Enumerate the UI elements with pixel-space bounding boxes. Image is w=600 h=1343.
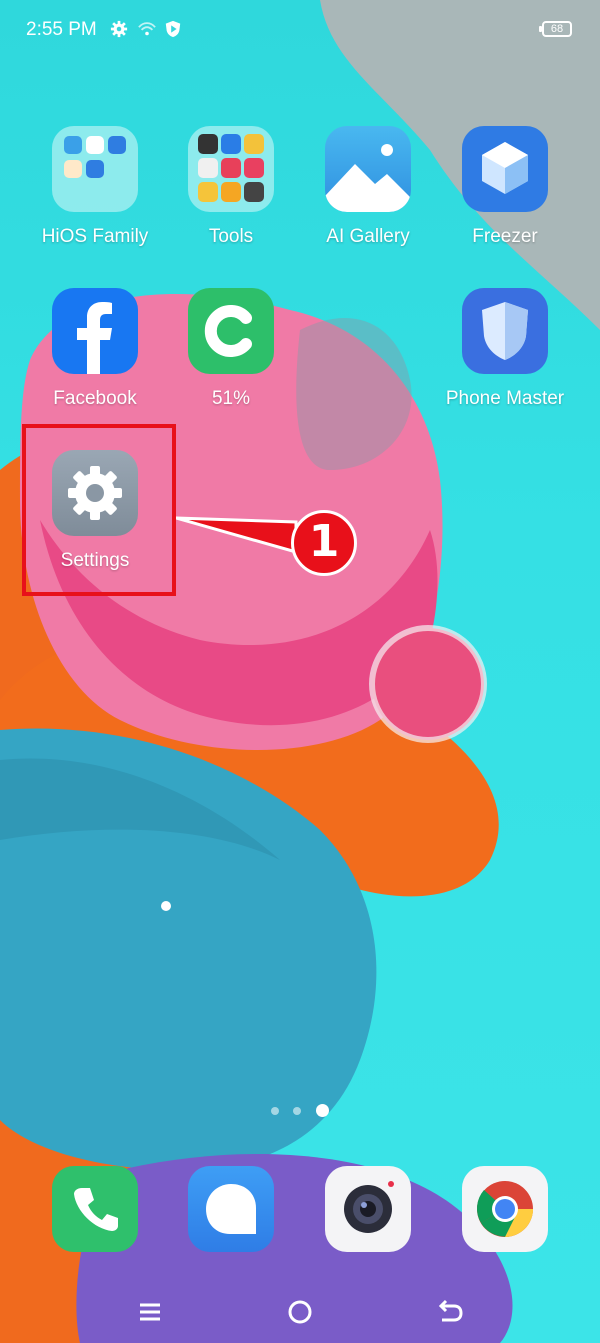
app-facebook[interactable]: Facebook bbox=[30, 288, 160, 410]
app-label: Freezer bbox=[472, 226, 538, 247]
gear-icon bbox=[110, 20, 128, 38]
home-icon[interactable] bbox=[282, 1294, 318, 1330]
status-bar: 2:55 PM 68 bbox=[0, 0, 600, 60]
annotation-pointer bbox=[176, 516, 298, 554]
phone-master-shield-icon bbox=[462, 288, 548, 374]
app-label: Tools bbox=[208, 226, 254, 247]
message-bubble-icon bbox=[188, 1166, 274, 1252]
page-dot-active[interactable] bbox=[315, 1104, 329, 1118]
app-label: HiOS Family bbox=[41, 226, 149, 247]
cleaner-c-icon bbox=[188, 288, 274, 374]
app-label: 51% bbox=[211, 388, 251, 409]
step-badge: 1 bbox=[291, 510, 357, 576]
app-label: Phone Master bbox=[445, 388, 565, 409]
app-freezer[interactable]: Freezer bbox=[440, 126, 570, 248]
app-label: AI Gallery bbox=[326, 226, 410, 247]
chrome-icon bbox=[462, 1166, 548, 1252]
page-dot[interactable] bbox=[293, 1106, 302, 1115]
phone-icon bbox=[52, 1166, 138, 1252]
app-cleaner[interactable]: 51% bbox=[166, 288, 296, 410]
home-screen: 2:55 PM 68 HiOS Family Tools AI Gallery … bbox=[0, 0, 600, 1343]
app-phone-master[interactable]: Phone Master bbox=[440, 288, 570, 410]
app-hios-family[interactable]: HiOS Family bbox=[30, 126, 160, 248]
app-tools[interactable]: Tools bbox=[166, 126, 296, 248]
facebook-icon bbox=[52, 288, 138, 374]
dock-chrome[interactable] bbox=[440, 1166, 570, 1252]
page-dot[interactable] bbox=[271, 1106, 279, 1115]
wifi-icon bbox=[138, 22, 156, 36]
back-icon[interactable] bbox=[432, 1294, 468, 1330]
settings-highlight-box bbox=[22, 424, 176, 596]
battery-indicator: 68 bbox=[539, 21, 572, 37]
dock-camera[interactable] bbox=[303, 1166, 433, 1252]
shield-icon bbox=[165, 20, 181, 38]
status-time: 2:55 PM bbox=[26, 19, 97, 40]
app-ai-gallery[interactable]: AI Gallery bbox=[303, 126, 433, 248]
navigation-bar bbox=[0, 1280, 600, 1343]
dock-phone[interactable] bbox=[30, 1166, 160, 1252]
gallery-icon bbox=[325, 126, 411, 212]
app-label: Facebook bbox=[53, 388, 137, 409]
menu-icon[interactable] bbox=[132, 1294, 168, 1330]
page-indicator bbox=[266, 1102, 334, 1120]
freezer-cube-icon bbox=[462, 126, 548, 212]
tools-folder-icon bbox=[188, 126, 274, 212]
camera-icon bbox=[325, 1166, 411, 1252]
hios-family-folder-icon bbox=[52, 126, 138, 212]
dock-messages[interactable] bbox=[166, 1166, 296, 1252]
